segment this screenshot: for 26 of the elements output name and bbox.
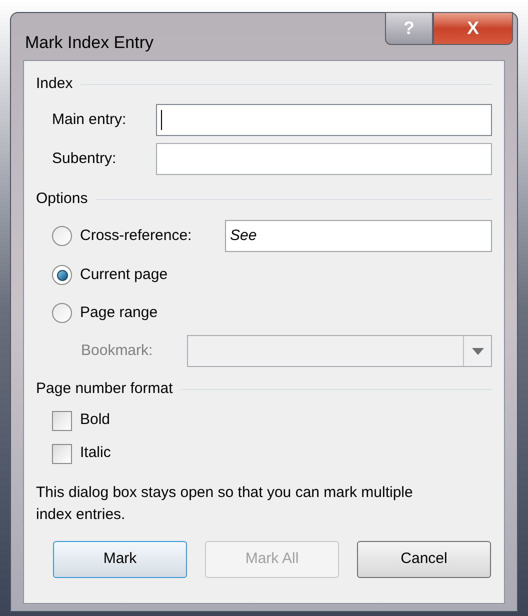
dropdown-label: Bookmark: bbox=[81, 340, 154, 361]
window-title: Mark Index Entry bbox=[25, 32, 154, 54]
section-title: Index bbox=[36, 74, 73, 94]
checkbox-label[interactable]: Bold bbox=[80, 409, 110, 432]
bookmark-dropdown[interactable] bbox=[187, 335, 492, 367]
text-cursor bbox=[161, 110, 162, 130]
text-field[interactable] bbox=[156, 104, 492, 136]
checkbox[interactable] bbox=[52, 444, 72, 464]
text-field[interactable] bbox=[156, 143, 492, 175]
dialog-button[interactable]: Mark bbox=[53, 541, 187, 578]
checkbox[interactable] bbox=[52, 410, 72, 430]
radio-label[interactable]: Cross-reference: bbox=[80, 224, 225, 248]
radio-button[interactable] bbox=[52, 265, 72, 285]
checkbox-label[interactable]: Italic bbox=[80, 442, 111, 465]
radio-button[interactable] bbox=[52, 303, 72, 323]
close-button[interactable]: X bbox=[433, 12, 513, 45]
section-title: Page number format bbox=[36, 378, 173, 399]
note-text: This dialog box stays open so that you can mark multiple index entries. bbox=[36, 483, 414, 525]
radio-label[interactable]: Page range bbox=[80, 302, 158, 324]
dialog-button[interactable]: Cancel bbox=[357, 541, 491, 578]
radio-label[interactable]: Current page bbox=[80, 264, 168, 286]
field-label: Main entry: bbox=[52, 110, 128, 130]
cross-reference-field[interactable]: See bbox=[225, 220, 492, 252]
field-label: Subentry: bbox=[52, 148, 118, 169]
section-title: Options bbox=[36, 188, 88, 209]
radio-button[interactable] bbox=[52, 226, 72, 246]
